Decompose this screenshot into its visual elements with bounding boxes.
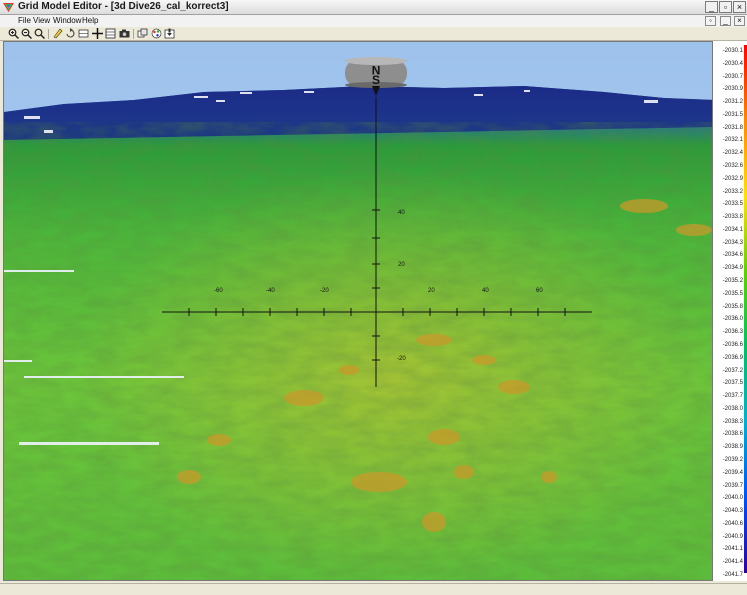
menu-view[interactable]: View — [33, 16, 50, 25]
depth-color-scale: -2030.1 -2030.4 -2030.7 -2030.9 -2031.2 -2031… — [713, 41, 747, 581]
color-scale-label: -2037.5 — [722, 380, 743, 387]
color-scale-label: -2036.0 — [722, 316, 743, 323]
close-button[interactable]: × — [733, 1, 746, 13]
axis-tick-label: 40 — [398, 210, 405, 216]
color-scale-label: -2032.9 — [722, 175, 743, 182]
color-scale-label: -2032.1 — [722, 137, 743, 144]
mdi-close-button[interactable]: × — [734, 16, 745, 26]
pan-icon[interactable] — [78, 28, 89, 39]
color-scale-label: -2035.5 — [722, 290, 743, 297]
toolbar-separator — [48, 29, 49, 39]
color-scale-label: -2038.0 — [722, 405, 743, 412]
axis-tick-label: -20 — [397, 356, 406, 362]
terrain-3d-viewport[interactable]: -60 -40 -20 20 40 60 40 20 -20 N S — [3, 41, 713, 581]
menu-bar: File View Window Help ◦ _ × — [0, 15, 747, 27]
toolbar — [0, 27, 747, 41]
color-scale-label: -2037.7 — [722, 393, 743, 400]
color-scale-label: -2038.3 — [722, 418, 743, 425]
menu-help[interactable]: Help — [82, 16, 98, 25]
axis-tick-label: -40 — [266, 288, 275, 294]
axis-tick-label: 20 — [398, 262, 405, 268]
layers-icon[interactable] — [137, 28, 148, 39]
color-scale-label: -2033.5 — [722, 201, 743, 208]
color-scale-label: -2036.3 — [722, 329, 743, 336]
color-scale-label: -2039.2 — [722, 456, 743, 463]
color-scale-label: -2034.1 — [722, 226, 743, 233]
menu-file[interactable]: File — [18, 16, 31, 25]
axis-tick-label: 40 — [482, 288, 489, 294]
terrain-surface[interactable]: -60 -40 -20 20 40 60 40 20 -20 N S — [4, 42, 713, 581]
mdi-minimize-button[interactable]: _ — [720, 16, 731, 26]
color-scale-label: -2034.3 — [722, 239, 743, 246]
crosshair-icon[interactable] — [92, 28, 103, 39]
title-bar: Grid Model Editor - [3d Dive26_cal_korre… — [0, 0, 747, 15]
color-scale-label: -2033.2 — [722, 188, 743, 195]
axis-tick-label: -20 — [320, 288, 329, 294]
rotate-icon[interactable] — [65, 28, 76, 39]
export-icon[interactable] — [164, 28, 175, 39]
camera-icon[interactable] — [119, 28, 130, 39]
color-scale-label: -2033.8 — [722, 214, 743, 221]
menu-window[interactable]: Window — [53, 16, 81, 25]
color-scale-label: -2038.9 — [722, 444, 743, 451]
color-scale-label: -2041.1 — [722, 546, 743, 553]
color-scale-label: -2030.4 — [722, 60, 743, 67]
zoom-fit-icon[interactable] — [34, 28, 45, 39]
color-scale-label: -2030.9 — [722, 86, 743, 93]
zoom-out-icon[interactable] — [21, 28, 32, 39]
palette-icon[interactable] — [151, 28, 162, 39]
zoom-in-icon[interactable] — [8, 28, 19, 39]
axis-tick-label: 20 — [428, 288, 435, 294]
color-scale-label: -2031.2 — [722, 99, 743, 106]
grid-icon[interactable] — [105, 28, 116, 39]
color-scale-label: -2036.6 — [722, 341, 743, 348]
mdi-restore-icon[interactable]: ◦ — [705, 16, 716, 26]
color-scale-label: -2034.9 — [722, 265, 743, 272]
color-scale-label: -2040.0 — [722, 495, 743, 502]
status-bar — [0, 583, 747, 595]
color-scale-label: -2034.6 — [722, 252, 743, 259]
color-scale-label: -2037.2 — [722, 367, 743, 374]
color-scale-label: -2040.3 — [722, 508, 743, 515]
color-scale-label: -2030.1 — [722, 48, 743, 54]
color-scale-label: -2030.7 — [722, 73, 743, 80]
minimize-button[interactable]: _ — [705, 1, 718, 13]
color-scale-label: -2035.8 — [722, 303, 743, 310]
color-scale-label: -2039.7 — [722, 482, 743, 489]
axis-tick-label: -60 — [214, 288, 223, 294]
maximize-button[interactable]: ▫ — [719, 1, 732, 13]
color-scale-label: -2041.7 — [722, 571, 743, 578]
toolbar-separator — [133, 29, 134, 39]
color-scale-label: -2038.6 — [722, 431, 743, 438]
color-scale-label: -2031.5 — [722, 111, 743, 118]
axis-tick-label: 60 — [536, 288, 543, 294]
color-scale-label: -2032.4 — [722, 150, 743, 157]
color-scale-label: -2036.9 — [722, 354, 743, 361]
color-scale-label: -2040.6 — [722, 520, 743, 527]
app-icon — [3, 3, 14, 12]
highlight-icon[interactable] — [52, 28, 63, 39]
window-title: Grid Model Editor - [3d Dive26_cal_korre… — [18, 1, 229, 12]
compass-south-label: S — [372, 73, 380, 87]
color-scale-label: -2040.9 — [722, 533, 743, 540]
color-scale-label: -2032.6 — [722, 163, 743, 170]
color-scale-label: -2035.2 — [722, 278, 743, 285]
color-scale-label: -2031.8 — [722, 124, 743, 131]
color-scale-label: -2041.4 — [722, 559, 743, 566]
color-scale-label: -2039.4 — [722, 469, 743, 476]
